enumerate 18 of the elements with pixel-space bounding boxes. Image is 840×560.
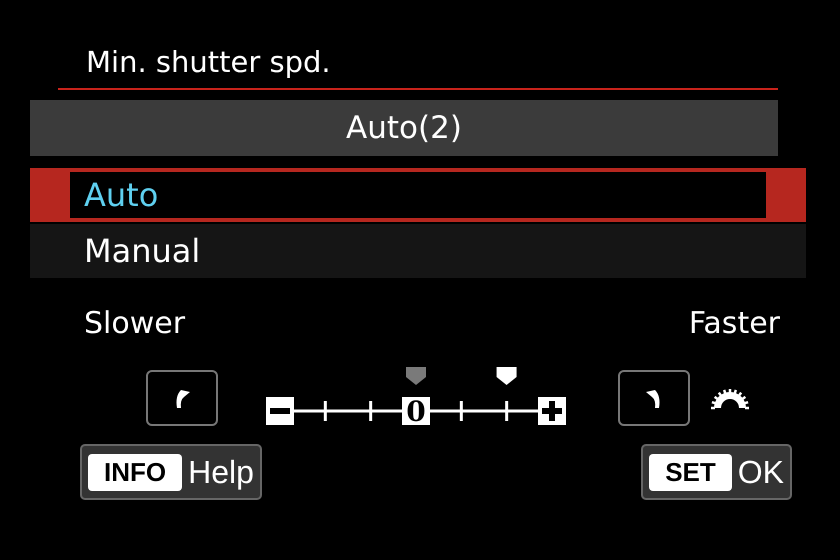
scale-label: Slower: [84, 305, 186, 343]
option-item[interactable]: Auto: [30, 168, 806, 222]
key-label: INFO: [88, 454, 182, 490]
button-label: OK: [738, 454, 784, 490]
zero-label: 0: [406, 395, 426, 428]
ok-button[interactable]: SET OK: [641, 444, 792, 500]
button-label: Help: [188, 454, 254, 490]
minus-icon: [266, 397, 294, 425]
key-label: SET: [649, 454, 732, 490]
scale-label: Faster: [688, 305, 780, 343]
dial-right-button[interactable]: [618, 370, 690, 426]
current-value-bar: Auto(2): [30, 100, 778, 156]
plus-icon: [538, 397, 566, 425]
screen-title: Min. shutter spd.: [86, 44, 331, 80]
dial-icon: [710, 386, 750, 410]
option-item[interactable]: Manual: [30, 224, 806, 278]
dial-left-button[interactable]: [146, 370, 218, 426]
help-button[interactable]: INFO Help: [80, 444, 262, 500]
